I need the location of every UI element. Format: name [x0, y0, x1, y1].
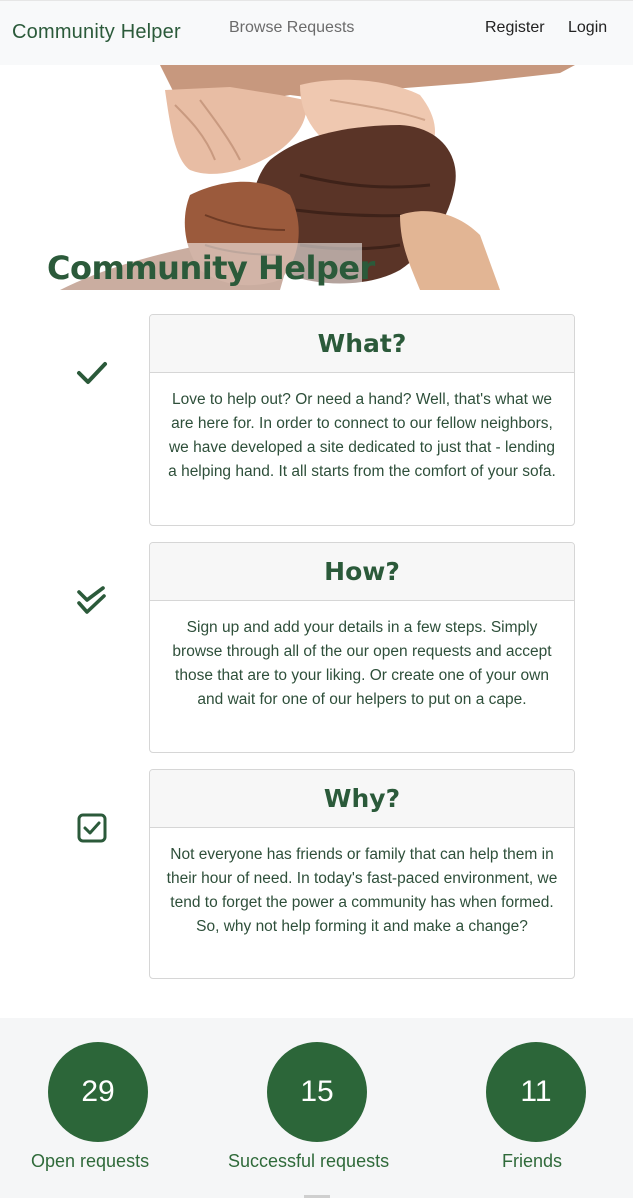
stat-friends-count: 11 — [486, 1042, 586, 1142]
navbar-brand[interactable]: Community Helper — [12, 21, 181, 44]
what-card: What? Love to help out? Or need a hand? … — [149, 314, 575, 526]
nav-link-login[interactable]: Login — [568, 19, 607, 37]
check-icon — [70, 351, 114, 395]
what-card-header: What? — [150, 315, 574, 373]
stat-open-requests-label: Open requests — [31, 1151, 150, 1171]
why-card-header: Why? — [150, 770, 574, 828]
stat-successful-requests-count: 15 — [267, 1042, 367, 1142]
how-card-header: How? — [150, 543, 574, 601]
stat-friends-label: Friends — [502, 1151, 563, 1171]
hero-title: Community Helper — [47, 249, 375, 287]
how-card: How? Sign up and add your details in a f… — [149, 542, 575, 753]
stats-section: 29 Open requests 15 Successful requests … — [0, 1018, 633, 1198]
how-card-text: Sign up and add your details in a few st… — [172, 619, 552, 708]
how-card-title: How? — [324, 557, 400, 586]
stat-successful-requests-label: Successful requests — [228, 1151, 390, 1171]
nav-link-browse-requests[interactable]: Browse Requests — [229, 19, 354, 37]
double-check-icon — [70, 579, 114, 623]
what-card-title: What? — [317, 329, 407, 358]
why-card: Why? Not everyone has friends or family … — [149, 769, 575, 979]
why-card-title: Why? — [323, 784, 401, 813]
navbar: Community Helper Browse Requests Registe… — [0, 0, 633, 65]
hero-banner: Community Helper — [0, 65, 633, 290]
checkbox-icon — [70, 806, 114, 850]
nav-link-register[interactable]: Register — [485, 19, 545, 37]
what-card-text: Love to help out? Or need a hand? Well, … — [168, 391, 556, 480]
stat-open-requests-count: 29 — [48, 1042, 148, 1142]
why-card-text: Not everyone has friends or family that … — [166, 846, 558, 935]
